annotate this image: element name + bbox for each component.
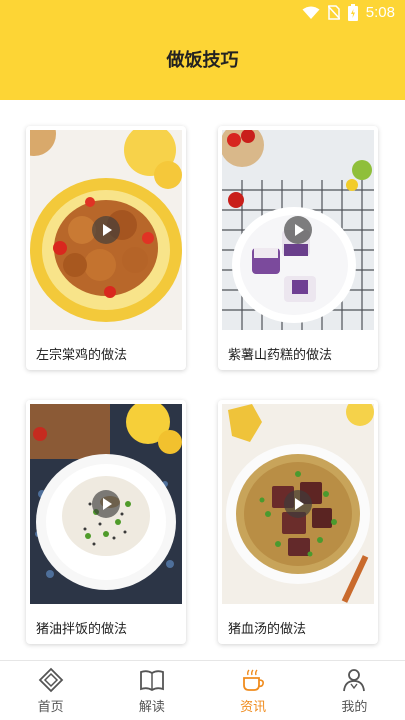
- play-icon[interactable]: [284, 216, 312, 244]
- home-icon: [38, 667, 63, 693]
- recipe-card[interactable]: 紫薯山药糕的做法: [218, 126, 378, 370]
- header-bar: 5:08 做饭技巧: [0, 0, 405, 100]
- recipe-title: 左宗棠鸡的做法: [36, 348, 128, 363]
- battery-icon: [347, 4, 358, 21]
- recipe-image[interactable]: [30, 404, 182, 604]
- recipe-image[interactable]: [30, 130, 182, 330]
- page-title: 做饭技巧: [166, 50, 239, 71]
- recipe-image[interactable]: [222, 404, 374, 604]
- recipe-title: 紫薯山药糕的做法: [228, 348, 333, 363]
- book-icon: [139, 670, 164, 692]
- coffee-cup-icon: [243, 669, 265, 691]
- status-time: 5:08: [365, 4, 395, 21]
- recipe-grid[interactable]: 左宗棠鸡的做法 紫薯山药糕的做法 猪油拌饭的做法 猪血汤的做法: [0, 100, 405, 660]
- play-icon[interactable]: [92, 490, 120, 518]
- tab-profile-label: 我的: [341, 700, 368, 715]
- tab-news-label: 资讯: [240, 700, 267, 715]
- recipe-title: 猪油拌饭的做法: [36, 622, 128, 637]
- play-icon[interactable]: [92, 216, 120, 244]
- tab-home[interactable]: 首页: [0, 661, 101, 720]
- bottom-tab-bar: 首页 解读 资讯 我的: [0, 660, 405, 720]
- wifi-icon: [302, 6, 320, 19]
- recipe-card[interactable]: 猪血汤的做法: [218, 400, 378, 644]
- recipe-title: 猪血汤的做法: [228, 622, 307, 637]
- tab-profile[interactable]: 我的: [304, 661, 405, 720]
- no-sim-icon: [327, 5, 340, 20]
- tab-home-label: 首页: [37, 700, 64, 715]
- recipe-card[interactable]: 猪油拌饭的做法: [26, 400, 186, 644]
- tab-read[interactable]: 解读: [101, 661, 202, 720]
- tab-read-label: 解读: [138, 700, 165, 715]
- play-icon[interactable]: [284, 490, 312, 518]
- tab-news[interactable]: 资讯: [203, 661, 304, 720]
- recipe-card[interactable]: 左宗棠鸡的做法: [26, 126, 186, 370]
- status-bar: 5:08: [0, 0, 405, 28]
- user-icon: [343, 669, 366, 692]
- recipe-image[interactable]: [222, 130, 374, 330]
